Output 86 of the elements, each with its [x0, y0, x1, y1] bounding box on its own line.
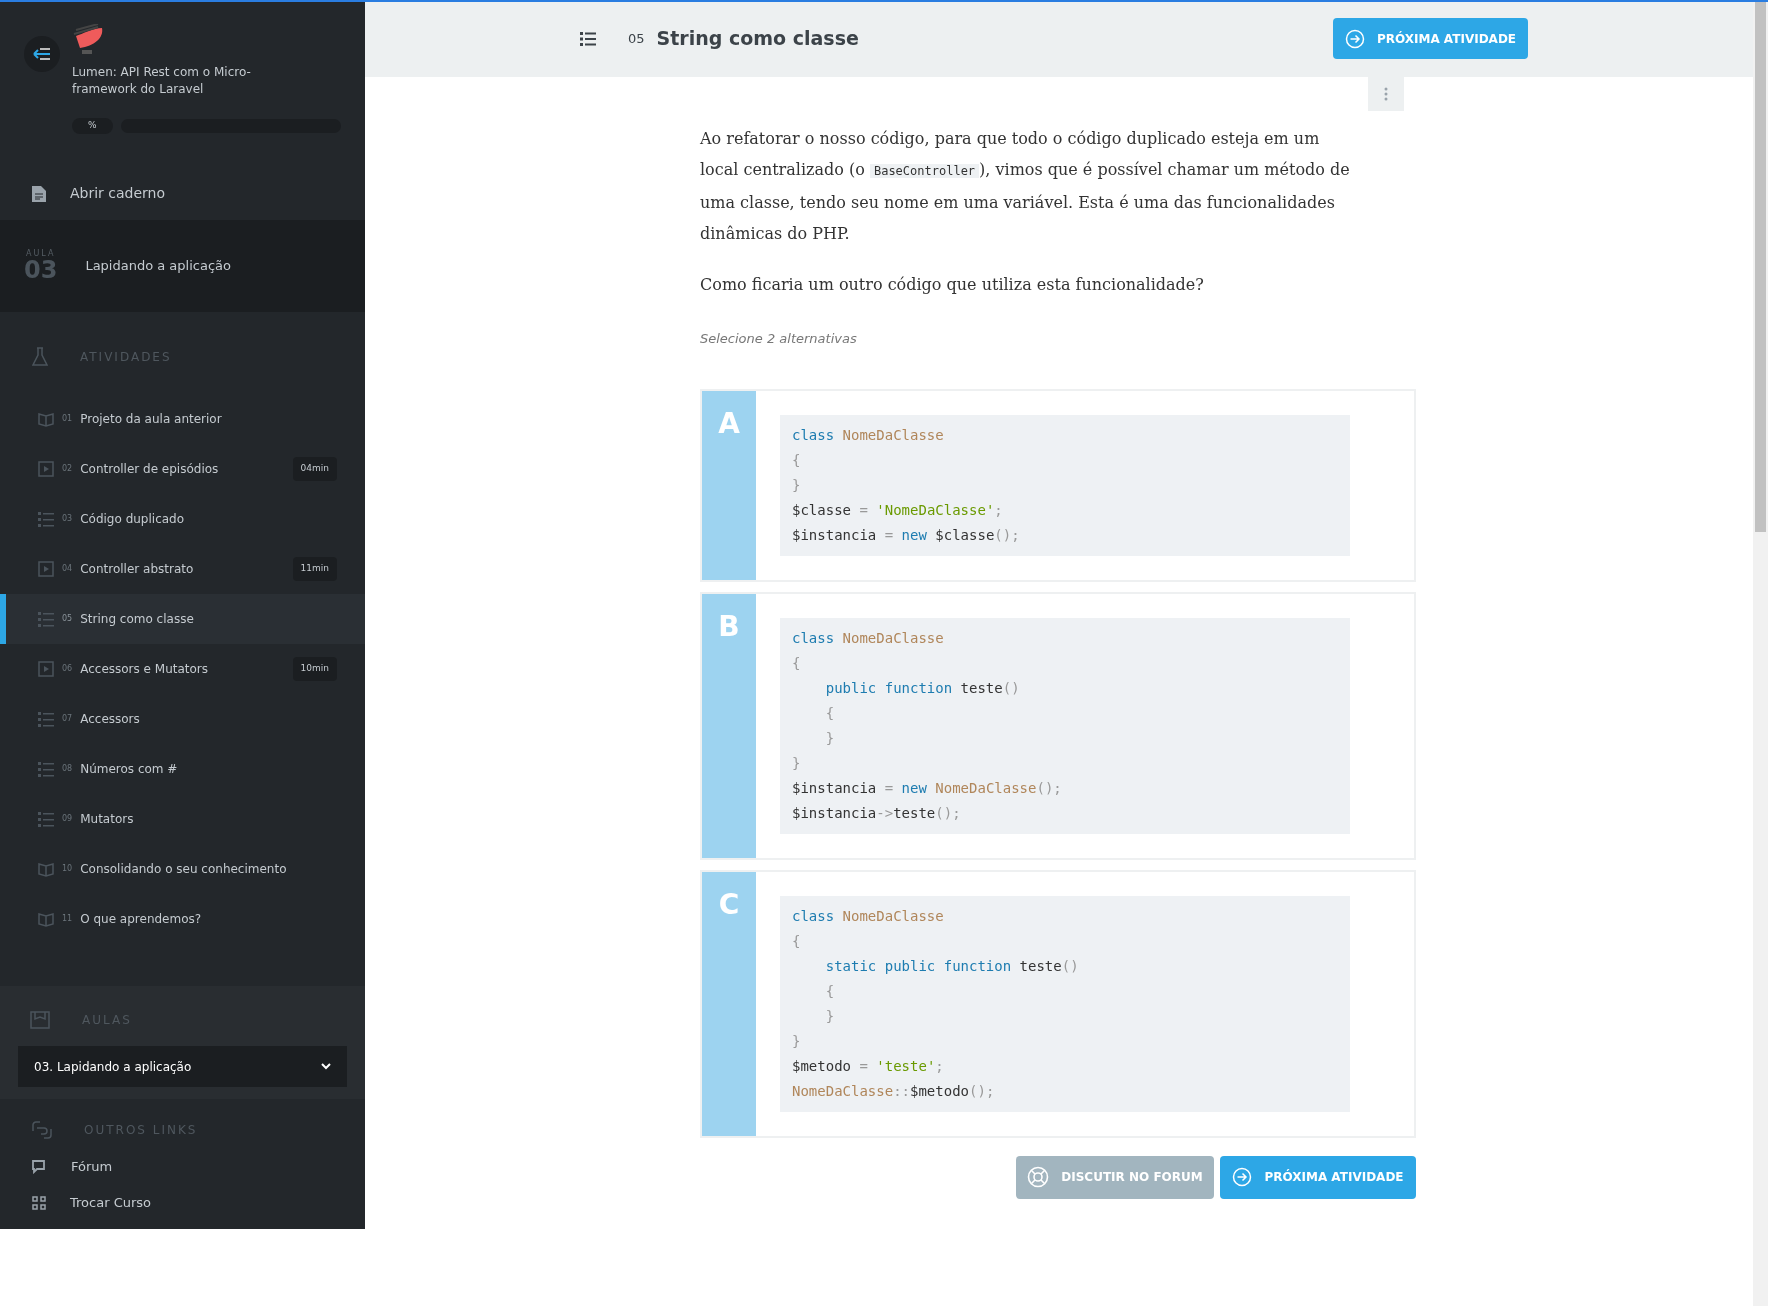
back-arrow-icon — [33, 48, 51, 60]
activity-title: Controller de episódios — [80, 461, 220, 478]
selection-hint: Selecione 2 alternativas — [700, 330, 858, 348]
list-icon[interactable] — [580, 31, 596, 46]
list-icon — [38, 811, 54, 827]
activity-title: Mutators — [80, 811, 135, 828]
activity-item[interactable]: 09 Mutators — [0, 794, 365, 844]
activity-title: Números com # — [80, 761, 179, 778]
document-icon — [32, 184, 46, 202]
activity-title: Accessors e Mutators — [80, 661, 210, 678]
activity-number: 11 — [62, 913, 73, 925]
lesson-title: Lapidando a aplicação — [85, 257, 231, 276]
lesson-number: 03 — [24, 258, 58, 282]
activity-item[interactable]: 01 Projeto da aula anterior — [0, 394, 365, 444]
book-icon — [38, 411, 54, 427]
book-icon — [38, 911, 54, 927]
activity-number: 09 — [62, 813, 73, 825]
activity-title: Accessors — [80, 711, 141, 728]
page-title: String como classe — [656, 26, 859, 52]
grid-icon — [32, 1196, 46, 1210]
code-block: class NomeDaClasse { } $classe = 'NomeDaClasse'; $instancia = new $classe(); — [780, 414, 1350, 556]
answer-option[interactable]: A class NomeDaClasse { } $classe = 'NomeDaClasse'; $instancia = new $classe(); — [700, 388, 1416, 582]
activity-item[interactable]: 11 O que aprendemos? — [0, 894, 365, 944]
activity-item[interactable]: 08 Números com # — [0, 744, 365, 794]
activity-item[interactable]: 02 Controller de episódios 04min — [0, 444, 365, 494]
list-icon — [38, 611, 54, 627]
activity-title: Código duplicado — [80, 511, 186, 528]
course-title: Lumen: API Rest com o Micro-framework do Laravel — [72, 64, 252, 98]
activity-title: Controller abstrato — [80, 561, 195, 578]
question-prompt: Como ficaria um outro código que utiliza esta funcionalidade? — [700, 274, 1205, 296]
activity-item[interactable]: 10 Consolidando o seu conhecimento — [0, 844, 365, 894]
arrow-circle-icon — [1344, 28, 1365, 49]
notebook-link[interactable]: Abrir caderno — [70, 182, 166, 204]
option-letter: C — [718, 886, 740, 923]
activity-number: 04 — [62, 563, 73, 575]
chat-icon — [32, 1160, 47, 1174]
book-icon — [38, 861, 54, 877]
list-icon — [38, 711, 54, 727]
answer-option[interactable]: B class NomeDaClasse { public function teste() { } } $instancia = new NomeDaClasse(); $instancia->teste(); — [700, 591, 1416, 860]
list-icon — [38, 511, 54, 527]
sidebar-link[interactable]: Trocar Curso — [70, 1193, 152, 1213]
book-frame-icon — [30, 1011, 50, 1029]
code-block: class NomeDaClasse { public function teste() { } } $instancia = new NomeDaClasse(); $instancia->teste(); — [780, 617, 1350, 834]
link-icon — [32, 1120, 52, 1140]
play-icon — [38, 461, 54, 477]
back-menu-button[interactable] — [24, 36, 60, 72]
option-letter: A — [718, 405, 740, 442]
flask-icon — [32, 347, 48, 367]
answer-option[interactable]: C class NomeDaClasse { static public function teste() { } } $metodo = 'teste'; NomeDaClasse::$metodo(); — [700, 869, 1416, 1138]
code-block: class NomeDaClasse { static public function teste() { } } $metodo = 'teste'; NomeDaClasse::$metodo(); — [780, 895, 1350, 1112]
question-paragraph: Ao refatorar o nosso código, para que todo o código duplicado esteja em um local centralizado (o BaseController ), vimos que é possível chamar um método de uma classe, tendo seu nome em uma variável. Esta é uma das funcionalidades dinâmicas do PHP. — [700, 128, 1350, 245]
activity-item[interactable]: 05 String como classe — [0, 594, 365, 644]
arrow-circle-icon — [1232, 1167, 1253, 1187]
activity-number: 08 — [62, 763, 73, 775]
activity-number: 03 — [62, 513, 73, 525]
duration-badge: 11min — [292, 557, 337, 581]
activity-number: 01 — [62, 413, 73, 425]
list-icon — [38, 761, 54, 777]
sidebar-link[interactable]: Fórum — [71, 1157, 113, 1177]
more-vertical-icon — [1384, 87, 1388, 101]
activity-title: Projeto da aula anterior — [80, 411, 223, 428]
play-icon — [38, 661, 54, 677]
activity-number: 06 — [62, 663, 73, 675]
progress-percent: % — [72, 118, 113, 134]
duration-badge: 04min — [292, 457, 337, 481]
activity-number: 10 — [62, 863, 73, 875]
activity-number: 02 — [62, 463, 73, 475]
activity-item[interactable]: 07 Accessors — [0, 694, 365, 744]
activity-title: O que aprendemos? — [80, 911, 203, 928]
lifebuoy-icon — [1027, 1166, 1050, 1188]
activity-item[interactable]: 06 Accessors e Mutators 10min — [0, 644, 365, 694]
play-icon — [38, 561, 54, 577]
activity-number: 07 — [62, 713, 73, 725]
lesson-caption: AULA — [25, 250, 56, 258]
chevron-down-icon — [321, 1063, 331, 1070]
scrollbar[interactable] — [1753, 0, 1768, 1306]
duration-badge: 10min — [292, 657, 337, 681]
activity-number: 05 — [628, 29, 645, 48]
activity-item[interactable]: 03 Código duplicado — [0, 494, 365, 544]
option-letter: B — [718, 608, 740, 645]
activity-number: 05 — [62, 613, 73, 625]
lesson-select[interactable]: 03. Lapidando a aplicação — [18, 1046, 347, 1087]
activity-title: Consolidando o seu conhecimento — [80, 861, 288, 878]
activity-item[interactable]: 04 Controller abstrato 11min — [0, 544, 365, 594]
activity-title: String como classe — [80, 611, 195, 628]
inline-code: BaseController — [869, 164, 980, 178]
